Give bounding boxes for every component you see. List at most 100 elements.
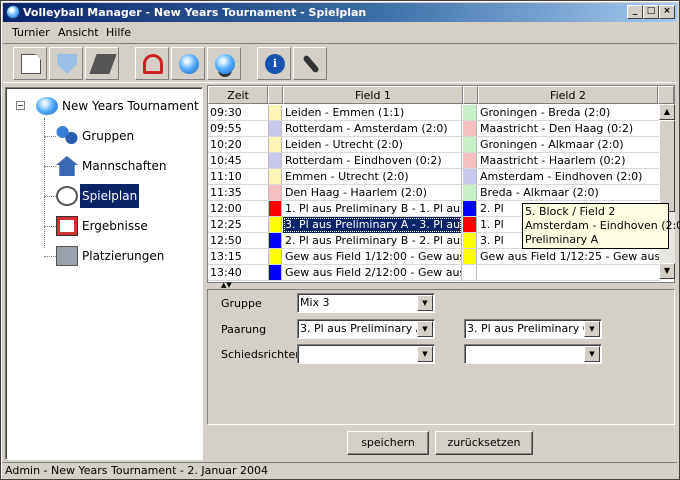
field2-color-swatch[interactable] [463, 201, 477, 216]
maximize-button[interactable]: □ [643, 5, 659, 19]
time-cell[interactable]: 13:15 [209, 249, 267, 265]
field2-color-swatch[interactable] [463, 217, 477, 232]
table-row[interactable]: 11:35 Den Haag - Haarlem (2:0) Breda - Alk… [208, 185, 660, 201]
new-button[interactable] [13, 47, 47, 80]
column-header-field1[interactable]: Field 1 [283, 86, 463, 104]
collapse-toggle[interactable]: − [16, 101, 25, 110]
field2-match-cell[interactable]: Gew aus Field 1/12:25 - Gew aus ... [478, 249, 660, 265]
field2-color-swatch[interactable] [463, 153, 477, 168]
field1-match-cell[interactable]: Rotterdam - Amsterdam (2:0) [283, 121, 462, 137]
field2-color-swatch[interactable] [463, 121, 477, 136]
field2-color-swatch[interactable] [463, 137, 477, 152]
field1-match-cell[interactable]: Gew aus Field 1/12:00 - Gew aus ... [283, 249, 462, 265]
gruppe-select[interactable]: Mix 3 ▼ [297, 293, 435, 313]
field1-color-swatch[interactable] [268, 153, 282, 168]
time-cell[interactable]: 12:00 [209, 201, 267, 217]
field1-color-swatch[interactable] [268, 265, 282, 280]
menu-ansicht[interactable]: Ansicht [53, 23, 104, 42]
field2-match-cell[interactable]: Maastricht - Haarlem (0:2) [478, 153, 660, 169]
field1-match-cell[interactable]: Leiden - Emmen (1:1) [283, 105, 462, 121]
paarung-team-a-select[interactable]: 3. Pl aus Preliminary A ▼ [297, 319, 435, 339]
column-header-color2[interactable] [463, 86, 478, 104]
time-cell[interactable]: 09:30 [209, 105, 267, 121]
app-window: Volleyball Manager - New Years Tournamen… [0, 0, 680, 480]
field1-color-swatch[interactable] [268, 249, 282, 264]
chevron-down-icon[interactable]: ▼ [417, 295, 433, 311]
reset-button[interactable]: zurücksetzen [435, 431, 533, 455]
table-row[interactable]: 13:15 Gew aus Field 1/12:00 - Gew aus ...… [208, 249, 660, 265]
time-cell[interactable]: 13:40 [209, 265, 267, 281]
menu-turnier[interactable]: Turnier [7, 23, 55, 42]
field1-match-cell[interactable]: Leiden - Utrecht (2:0) [283, 137, 462, 153]
column-header-color1[interactable] [268, 86, 283, 104]
minimize-button[interactable]: _ [627, 5, 643, 19]
field2-match-cell[interactable]: Groningen - Breda (2:0) [478, 105, 660, 121]
field2-color-swatch[interactable] [463, 265, 477, 280]
table-row[interactable]: 13:40 Gew aus Field 2/12:00 - Gew aus ... [208, 265, 660, 281]
time-cell[interactable]: 12:50 [209, 233, 267, 249]
field1-color-swatch[interactable] [268, 137, 282, 152]
time-cell[interactable]: 10:45 [209, 153, 267, 169]
time-cell[interactable]: 11:35 [209, 185, 267, 201]
field1-match-cell[interactable]: Den Haag - Haarlem (2:0) [283, 185, 462, 201]
close-button[interactable]: × [659, 5, 675, 19]
info-button[interactable]: i [257, 47, 291, 80]
field1-match-cell[interactable]: Gew aus Field 2/12:00 - Gew aus ... [283, 265, 462, 281]
field2-match-cell[interactable]: Maastricht - Den Haag (0:2) [478, 121, 660, 137]
open-button[interactable] [49, 47, 83, 80]
field2-match-cell[interactable]: Amsterdam - Eindhoven (2:0) [478, 169, 660, 185]
scroll-down-button[interactable]: ▼ [659, 263, 675, 279]
chevron-down-icon[interactable]: ▼ [417, 346, 433, 362]
field1-color-swatch[interactable] [268, 105, 282, 120]
field2-color-swatch[interactable] [463, 233, 477, 248]
column-header-zeit[interactable]: Zeit [208, 86, 268, 104]
field1-color-swatch[interactable] [268, 185, 282, 200]
field1-match-cell[interactable]: Emmen - Utrecht (2:0) [283, 169, 462, 185]
chevron-down-icon[interactable]: ▼ [417, 321, 433, 337]
field2-match-cell[interactable]: Breda - Alkmaar (2:0) [478, 185, 660, 201]
menu-hilfe[interactable]: Hilfe [101, 23, 136, 42]
field1-match-cell[interactable]: Rotterdam - Eindhoven (0:2) [283, 153, 462, 169]
time-cell[interactable]: 12:25 [209, 217, 267, 233]
field1-color-swatch[interactable] [268, 121, 282, 136]
field2-match-cell[interactable]: Groningen - Alkmaar (2:0) [478, 137, 660, 153]
time-cell[interactable]: 09:55 [209, 121, 267, 137]
scroll-up-button[interactable]: ▲ [659, 104, 675, 120]
field1-color-swatch[interactable] [268, 169, 282, 184]
table-row[interactable]: 09:55 Rotterdam - Amsterdam (2:0) Maastric… [208, 121, 660, 137]
table-row[interactable]: 10:45 Rotterdam - Eindhoven (0:2) Maastric… [208, 153, 660, 169]
chevron-down-icon[interactable]: ▼ [584, 346, 600, 362]
field1-color-swatch[interactable] [268, 201, 282, 216]
check-button[interactable] [171, 47, 205, 80]
time-cell[interactable]: 11:10 [209, 169, 267, 185]
pdf-export-button[interactable] [135, 47, 169, 80]
vertical-scrollbar[interactable]: ▲ ▼ [659, 104, 675, 279]
field2-color-swatch[interactable] [463, 249, 477, 264]
table-row[interactable]: 10:20 Leiden - Utrecht (2:0) Groningen - A… [208, 137, 660, 153]
schiedsrichter-b-select[interactable]: ▼ [464, 344, 602, 364]
field1-match-cell[interactable]: 2. Pl aus Preliminary B - 2. Pl aus P... [283, 233, 462, 249]
field1-match-cell[interactable]: 3. Pl aus Preliminary A - 3. Pl aus P... [283, 217, 462, 233]
save-button[interactable]: speichern [347, 431, 429, 455]
field1-color-swatch[interactable] [268, 233, 282, 248]
column-header-field2[interactable]: Field 2 [478, 86, 658, 104]
chevron-down-icon[interactable]: ▼ [584, 321, 600, 337]
paarung-team-b-select[interactable]: 3. Pl aus Preliminary C ▼ [464, 319, 602, 339]
field2-color-swatch[interactable] [463, 169, 477, 184]
time-cell[interactable]: 10:20 [209, 137, 267, 153]
scroll-thumb[interactable] [659, 120, 675, 212]
network-button[interactable] [207, 47, 241, 80]
tools-button[interactable] [293, 47, 327, 80]
field2-match-cell[interactable] [478, 265, 660, 281]
split-arrows-icon[interactable]: ▲▼ [221, 281, 232, 289]
table-row[interactable]: 11:10 Emmen - Utrecht (2:0) Amsterdam - Ei… [208, 169, 660, 185]
field1-match-cell[interactable]: 1. Pl aus Preliminary B - 1. Pl aus P... [283, 201, 462, 217]
field1-color-swatch[interactable] [268, 217, 282, 232]
tree-connector [44, 118, 45, 248]
table-row[interactable]: 09:30 Leiden - Emmen (1:1) Groningen - Bre… [208, 105, 660, 121]
field2-color-swatch[interactable] [463, 105, 477, 120]
info-icon: i [265, 54, 285, 74]
save-button-toolbar[interactable] [85, 47, 119, 80]
field2-color-swatch[interactable] [463, 185, 477, 200]
schiedsrichter-a-select[interactable]: ▼ [297, 344, 435, 364]
